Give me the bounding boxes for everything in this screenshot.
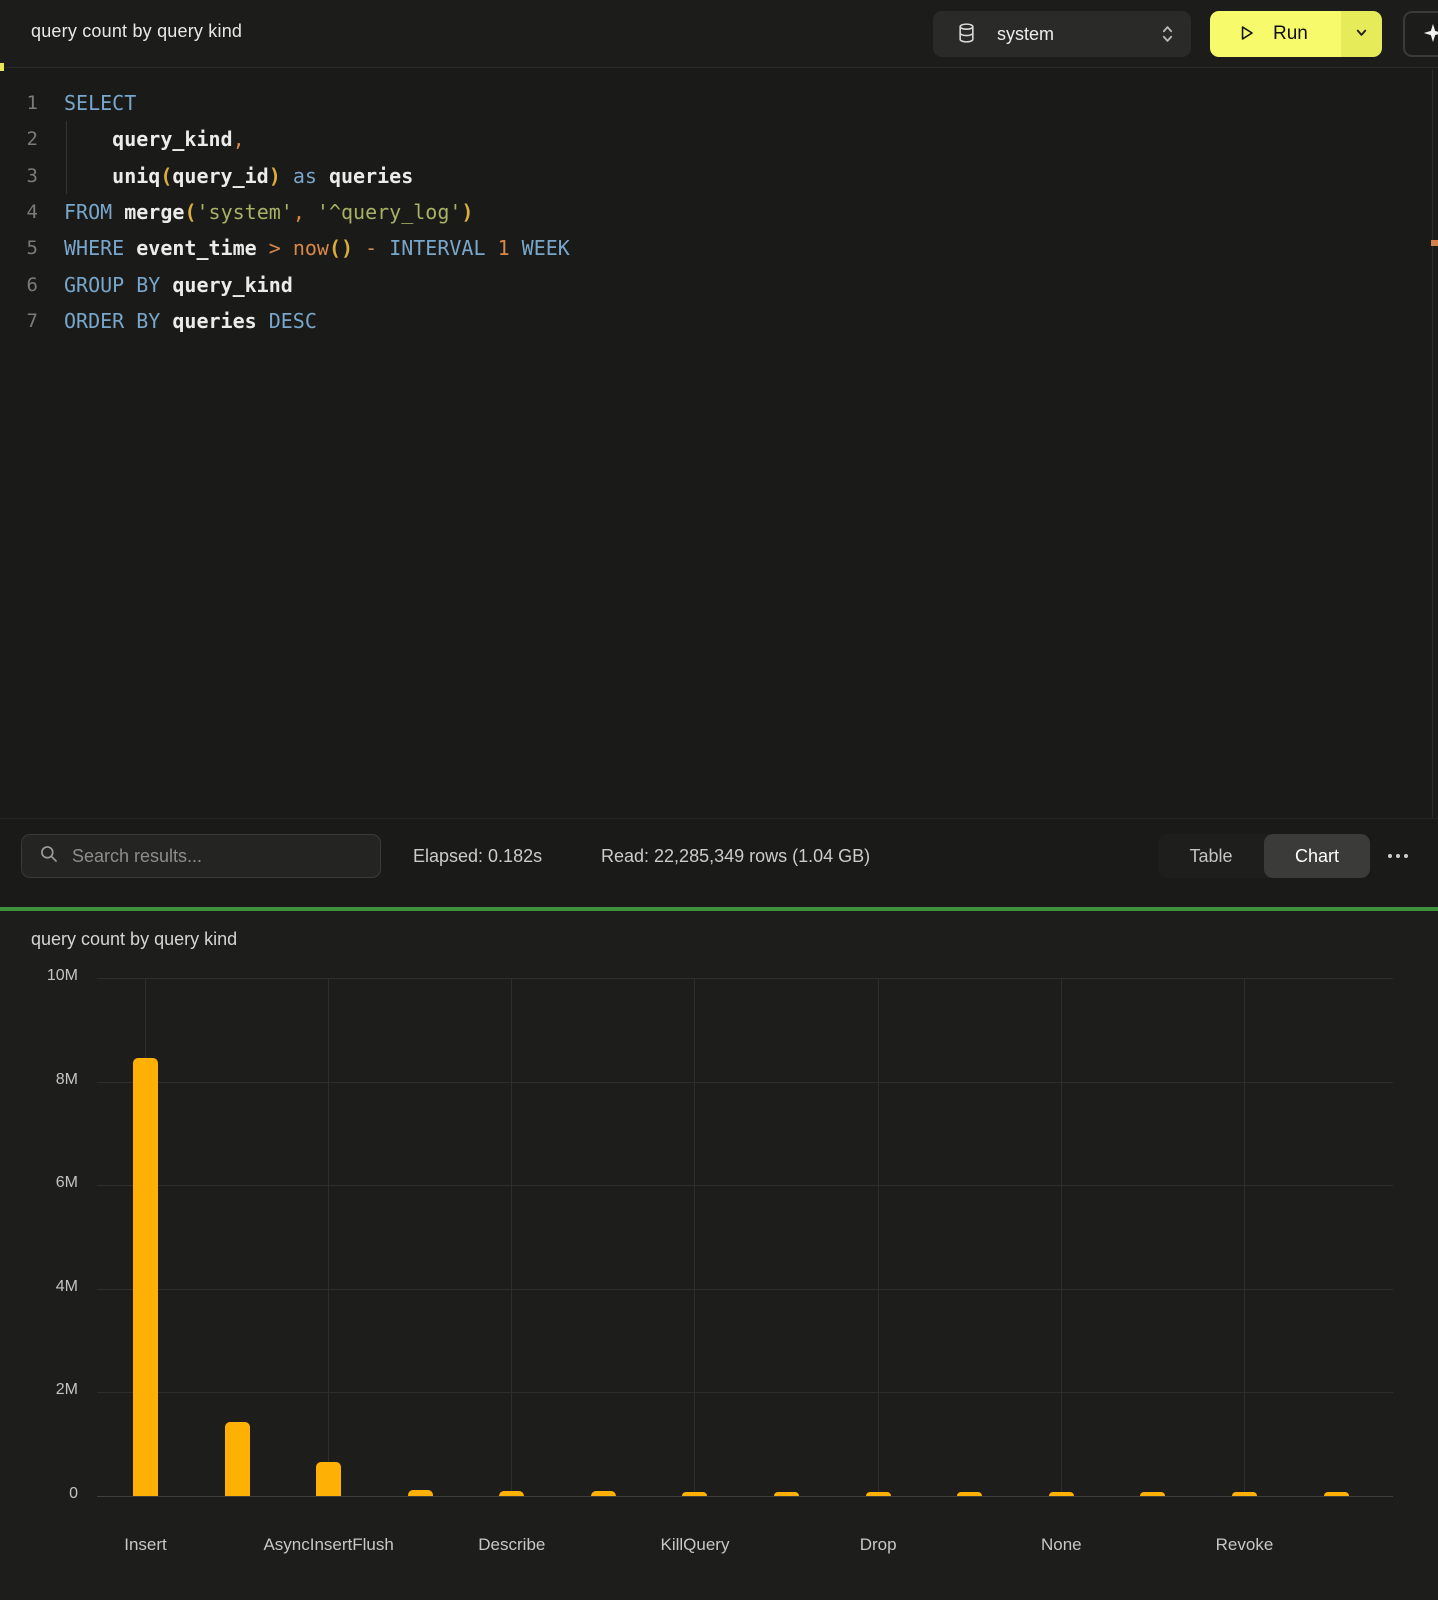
chart-bar[interactable] [133,1058,158,1496]
code-line[interactable]: 2 query_kind, [0,121,1438,157]
code-line[interactable]: 4 FROM merge('system', '^query_log') [0,194,1438,230]
y-gridline [97,1496,1393,1497]
x-axis-label: Describe [422,1535,602,1555]
run-button-group: Run [1210,11,1382,57]
x-gridline [694,978,695,1496]
x-axis-label: Drop [788,1535,968,1555]
play-icon [1237,23,1256,46]
y-gridline [97,1392,1393,1393]
view-toggle: Table Chart [1158,834,1370,878]
chart-bar[interactable] [682,1492,707,1496]
database-selector[interactable]: system [933,11,1191,57]
search-icon [39,844,59,869]
y-axis-label: 10M [0,967,78,985]
ai-assist-button[interactable] [1403,11,1438,57]
code-lines: 1SELECT2 query_kind,3 uniq(query_id) as … [0,85,1438,339]
y-gridline [97,1289,1393,1290]
chart-bar[interactable] [408,1490,433,1496]
code-line[interactable]: 6 GROUP BY query_kind [0,266,1438,302]
top-toolbar: query count by query kind system [0,0,1438,68]
y-axis-label: 2M [0,1381,78,1399]
indent-guide [66,121,67,194]
code-text: uniq(query_id) as queries [64,164,413,188]
code-line[interactable]: 7 ORDER BY queries DESC [0,303,1438,339]
code-text: WHERE event_time > now() - INTERVAL 1 WE… [64,236,570,260]
database-selector-value: system [997,24,1054,45]
tab-table[interactable]: Table [1158,834,1264,878]
chart-bar[interactable] [1324,1492,1349,1496]
ellipsis-menu-icon[interactable] [1381,834,1415,878]
run-options-button[interactable] [1341,11,1382,57]
code-text: FROM merge('system', '^query_log') [64,200,473,224]
x-axis-label: Revoke [1154,1535,1334,1555]
search-results-input[interactable] [72,846,366,867]
code-text: query_kind, [64,127,245,151]
chart-bar[interactable] [774,1492,799,1496]
x-axis-label: Insert [56,1535,236,1555]
code-line[interactable]: 5 WHERE event_time > now() - INTERVAL 1 W… [0,230,1438,266]
x-gridline [511,978,512,1496]
search-box [21,834,381,878]
chart-bar[interactable] [1049,1492,1074,1496]
code-text: SELECT [64,91,136,115]
database-icon [957,22,976,47]
chart-title: query count by query kind [31,929,237,950]
line-number: 6 [0,274,38,296]
chart-panel: query count by query kind 10M 8M 6M 4M 2M 0 In… [0,911,1438,1600]
chart-bar[interactable] [957,1492,982,1496]
query-tab-title: query count by query kind [31,21,242,42]
x-gridline [878,978,879,1496]
chevron-up-down-icon [1160,22,1175,46]
sql-console-window: query count by query kind system [0,0,1438,1600]
chevron-down-icon [1354,25,1369,43]
y-axis-label: 4M [0,1278,78,1296]
x-gridline [1244,978,1245,1496]
chart-bar[interactable] [225,1422,250,1496]
overview-ruler-mark [1431,240,1438,246]
line-number: 4 [0,201,38,223]
y-gridline [97,1082,1393,1083]
left-edge-accent [0,63,4,71]
line-number: 5 [0,237,38,259]
run-button-label: Run [1273,23,1308,45]
chart-bar[interactable] [1140,1492,1165,1496]
toolbar-actions: system Run [933,11,1438,57]
x-axis-label: KillQuery [605,1535,785,1555]
chart-bar[interactable] [866,1492,891,1496]
elapsed-stat: Elapsed: 0.182s [413,834,542,878]
run-button[interactable]: Run [1210,11,1341,57]
sparkle-icon [1422,22,1438,47]
y-axis-label: 0 [0,1485,78,1503]
line-number: 1 [0,92,38,114]
line-number: 7 [0,310,38,332]
line-number: 2 [0,128,38,150]
read-stat: Read: 22,285,349 rows (1.04 GB) [601,834,870,878]
code-text: GROUP BY query_kind [64,273,293,297]
x-gridline [1061,978,1062,1496]
x-gridline [328,978,329,1496]
y-axis-label: 8M [0,1071,78,1089]
y-axis-label: 6M [0,1174,78,1192]
chart-bar[interactable] [1232,1492,1257,1496]
chart-bar[interactable] [499,1491,524,1496]
y-gridline [97,1185,1393,1186]
x-axis-label: None [971,1535,1151,1555]
x-axis-label: AsyncInsertFlush [239,1535,419,1555]
line-number: 3 [0,165,38,187]
chart-bar[interactable] [591,1491,616,1496]
code-text: ORDER BY queries DESC [64,309,317,333]
code-line[interactable]: 3 uniq(query_id) as queries [0,158,1438,194]
y-gridline [97,978,1393,979]
sql-editor[interactable]: 1SELECT2 query_kind,3 uniq(query_id) as … [0,69,1438,818]
results-toolbar: Elapsed: 0.182s Read: 22,285,349 rows (1… [0,818,1438,907]
tab-chart[interactable]: Chart [1264,834,1370,878]
chart-bar[interactable] [316,1462,341,1496]
code-line[interactable]: 1 SELECT [0,85,1438,121]
